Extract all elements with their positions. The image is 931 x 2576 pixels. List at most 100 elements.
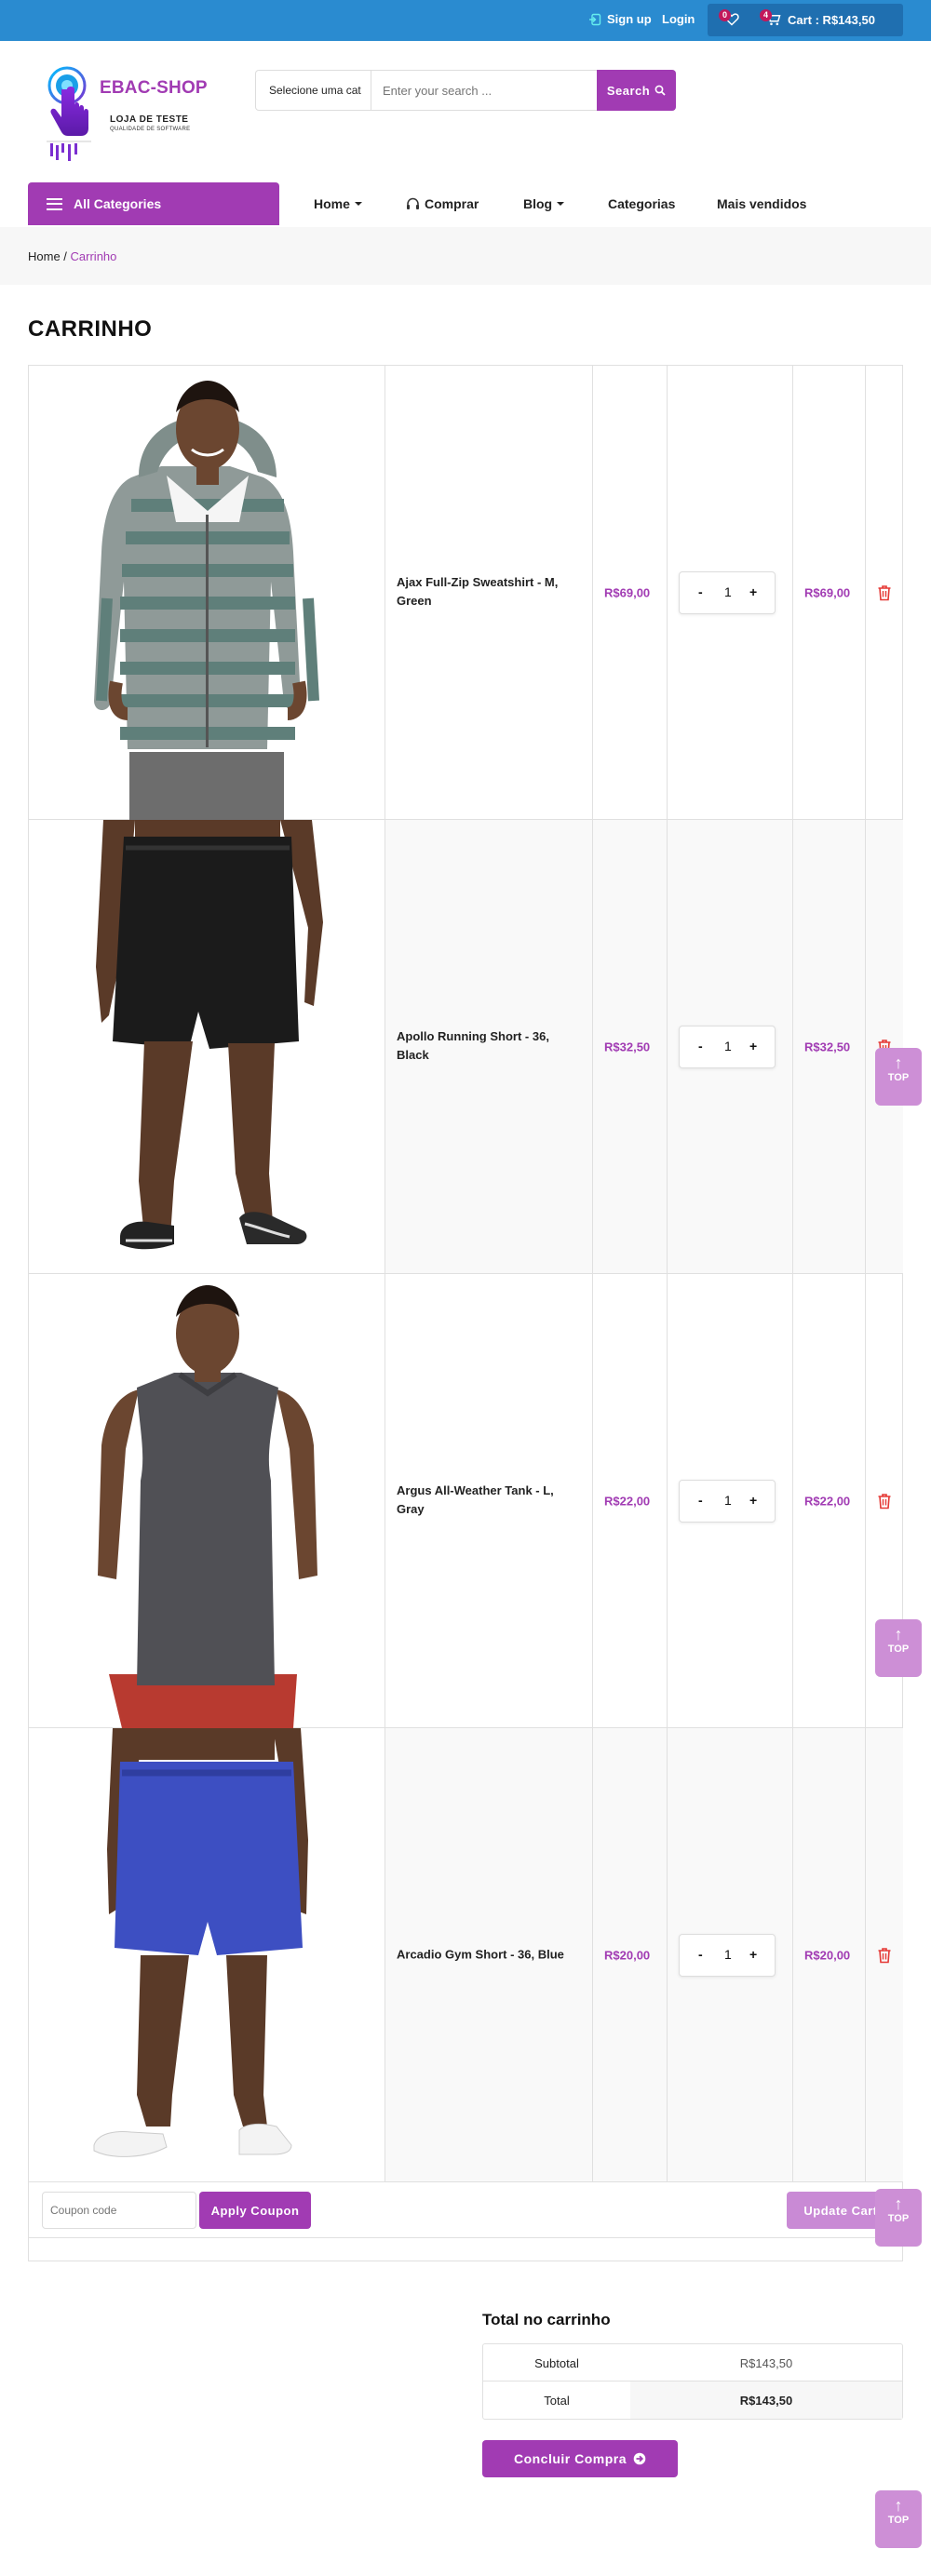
- search-button-label: Search: [606, 83, 651, 98]
- back-to-top-button[interactable]: ↑ TOP: [875, 2189, 922, 2247]
- subtotal-label: Subtotal: [534, 2355, 579, 2370]
- all-categories-button[interactable]: All Categories: [28, 182, 279, 225]
- cart-totals-title: Total no carrinho: [482, 2311, 611, 2328]
- remove-cell: [866, 820, 903, 1273]
- product-image[interactable]: [29, 820, 385, 1273]
- qty-decrease-button[interactable]: -: [698, 1947, 703, 1962]
- qty-decrease-button[interactable]: -: [698, 584, 703, 599]
- back-to-top-label: TOP: [887, 1072, 910, 1083]
- quantity-cell: - 1 +: [668, 366, 793, 819]
- tank-product-image: [98, 1285, 317, 1728]
- product-name[interactable]: Argus All-Weather Tank - L, Gray: [397, 1482, 578, 1521]
- breadcrumb-home[interactable]: Home: [28, 249, 61, 263]
- qty-value[interactable]: 1: [724, 584, 732, 599]
- trash-icon[interactable]: [877, 584, 892, 601]
- remove-cell: [866, 366, 903, 819]
- breadcrumb-bar: [0, 227, 931, 285]
- product-name-cell: Ajax Full-Zip Sweatshirt - M, Green: [385, 366, 593, 819]
- search-bar: Selecione uma cat Search: [255, 70, 676, 111]
- line-subtotal: R$20,00: [804, 1948, 851, 1962]
- logo-hand-icon: [47, 66, 91, 161]
- wishlist-button[interactable]: 0: [719, 9, 743, 29]
- logo-brand: EBAC-SHOP: [100, 78, 208, 98]
- qty-decrease-button[interactable]: -: [698, 1493, 703, 1508]
- quantity-stepper: - 1 +: [679, 1933, 776, 1977]
- cart-total-label[interactable]: Cart : R$143,50: [788, 13, 875, 27]
- subtotal-row: Subtotal R$143,50: [483, 2344, 902, 2381]
- checkout-button[interactable]: Concluir Compra: [482, 2440, 678, 2477]
- total-row: Total R$143,50: [483, 2381, 902, 2419]
- product-name-cell: Apollo Running Short - 36, Black: [385, 820, 593, 1273]
- arrow-right-icon: [633, 2452, 646, 2465]
- product-price-cell: R$22,00: [593, 1274, 668, 1727]
- trash-icon[interactable]: [877, 1493, 892, 1509]
- nav-categorias[interactable]: Categorias: [608, 196, 675, 211]
- nav-mais-vendidos[interactable]: Mais vendidos: [717, 196, 806, 211]
- qty-value[interactable]: 1: [724, 1039, 732, 1053]
- quantity-stepper: - 1 +: [679, 570, 776, 614]
- qty-value[interactable]: 1: [724, 1947, 732, 1962]
- sweatshirt-product-image: [94, 381, 319, 820]
- quantity-cell: - 1 +: [668, 820, 793, 1273]
- nav-comprar[interactable]: Comprar: [406, 196, 479, 211]
- back-to-top-label: TOP: [887, 2213, 910, 2224]
- product-price-cell: R$20,00: [593, 1728, 668, 2181]
- gym-short-product-image: [93, 1728, 308, 2157]
- login-link[interactable]: Login: [662, 12, 695, 26]
- signup-link[interactable]: Sign up: [588, 12, 652, 26]
- caret-down-icon: [354, 202, 362, 206]
- product-image[interactable]: [29, 366, 385, 820]
- product-name[interactable]: Arcadio Gym Short - 36, Blue: [397, 1945, 578, 1965]
- search-input[interactable]: [373, 71, 589, 110]
- signup-icon: [589, 13, 601, 25]
- qty-increase-button[interactable]: +: [749, 584, 757, 599]
- total-value: R$143,50: [630, 2381, 902, 2419]
- product-price: R$20,00: [604, 1948, 651, 1962]
- cart-count-badge: 4: [760, 9, 772, 21]
- nav-home-label: Home: [314, 196, 350, 211]
- search-button[interactable]: Search: [597, 70, 676, 111]
- qty-increase-button[interactable]: +: [749, 1947, 757, 1962]
- signup-label: Sign up: [607, 12, 652, 26]
- qty-value[interactable]: 1: [724, 1493, 732, 1508]
- caret-down-icon: [557, 202, 565, 206]
- qty-decrease-button[interactable]: -: [698, 1039, 703, 1053]
- quantity-cell: - 1 +: [668, 1728, 793, 2181]
- back-to-top-button[interactable]: ↑ TOP: [875, 2490, 922, 2548]
- cart-box[interactable]: 0 4 Cart : R$143,50: [708, 4, 903, 36]
- product-image[interactable]: [29, 1728, 385, 2181]
- cart-totals-table: Subtotal R$143,50 Total R$143,50: [482, 2343, 903, 2420]
- qty-increase-button[interactable]: +: [749, 1493, 757, 1508]
- running-short-product-image: [96, 820, 323, 1250]
- headset-icon: [407, 197, 419, 209]
- back-to-top-button[interactable]: ↑ TOP: [875, 1619, 922, 1677]
- back-to-top-label: TOP: [887, 1644, 910, 1655]
- line-subtotal-cell: R$32,50: [793, 820, 866, 1273]
- nav-blog[interactable]: Blog: [523, 196, 565, 211]
- qty-increase-button[interactable]: +: [749, 1039, 757, 1053]
- product-image[interactable]: [29, 1274, 385, 1728]
- product-name-cell: Argus All-Weather Tank - L, Gray: [385, 1274, 593, 1727]
- product-name[interactable]: Ajax Full-Zip Sweatshirt - M, Green: [397, 573, 578, 612]
- quantity-stepper: - 1 +: [679, 1479, 776, 1523]
- apply-coupon-button[interactable]: Apply Coupon: [199, 2192, 311, 2229]
- arrow-up-icon: ↑: [894, 1053, 903, 1072]
- coupon-row: Apply Coupon Update Cart: [29, 2182, 902, 2238]
- trash-icon[interactable]: [877, 1947, 892, 1964]
- search-category-select[interactable]: Selecione uma cat: [256, 71, 371, 110]
- subtotal-value: R$143,50: [739, 2355, 793, 2370]
- nav-home[interactable]: Home: [314, 196, 362, 211]
- cart-button[interactable]: 4: [760, 9, 781, 29]
- product-price: R$22,00: [604, 1494, 651, 1508]
- coupon-code-input[interactable]: [42, 2192, 196, 2229]
- line-subtotal: R$32,50: [804, 1040, 851, 1053]
- line-subtotal: R$22,00: [804, 1494, 851, 1508]
- site-logo[interactable]: EBAC-SHOP LOJA DE TESTE QUALIDADE DE SOF…: [37, 63, 214, 166]
- product-price-cell: R$69,00: [593, 366, 668, 819]
- cart-row: Arcadio Gym Short - 36, Blue R$20,00 - 1…: [29, 1728, 903, 2182]
- breadcrumb: Home / Carrinho: [28, 249, 116, 263]
- back-to-top-button[interactable]: ↑ TOP: [875, 1048, 922, 1106]
- total-label: Total: [544, 2393, 570, 2408]
- cart-row: Argus All-Weather Tank - L, Gray R$22,00…: [29, 1274, 902, 1728]
- product-name[interactable]: Apollo Running Short - 36, Black: [397, 1027, 578, 1067]
